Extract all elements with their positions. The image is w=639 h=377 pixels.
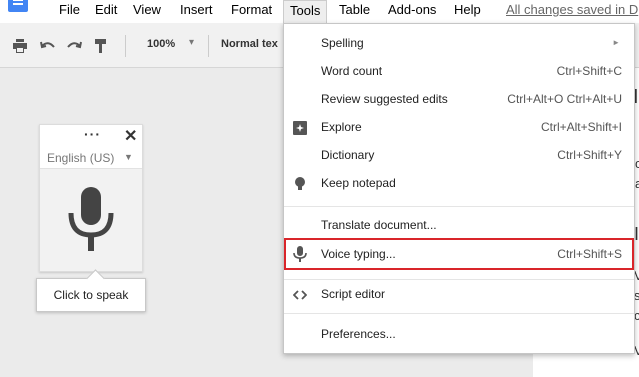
menu-item-voice-typing[interactable]: Voice typing... Ctrl+Shift+S xyxy=(284,238,634,270)
redo-icon[interactable] xyxy=(66,39,82,53)
submenu-arrow-icon: ► xyxy=(612,38,620,47)
menu-item-dictionary[interactable]: Dictionary Ctrl+Shift+Y xyxy=(284,142,634,170)
microphone-icon xyxy=(293,246,307,262)
menu-insert[interactable]: Insert xyxy=(180,2,213,18)
menu-item-label: Dictionary xyxy=(321,148,375,162)
zoom-chevron-down-icon: ▾ xyxy=(189,37,195,48)
menu-item-shortcut: Ctrl+Shift+Y xyxy=(557,148,622,162)
style-select[interactable]: Normal tex xyxy=(221,38,278,50)
microphone-button-icon[interactable] xyxy=(66,187,116,253)
explore-icon xyxy=(293,121,307,135)
save-status-link[interactable]: All changes saved in D xyxy=(506,2,638,18)
menu-divider xyxy=(284,206,634,207)
menu-item-spelling[interactable]: Spelling ► xyxy=(284,30,634,58)
paint-format-icon[interactable] xyxy=(93,39,109,53)
menu-item-shortcut: Ctrl+Shift+C xyxy=(556,64,622,78)
print-icon[interactable] xyxy=(12,39,28,53)
tooltip-label: Click to speak xyxy=(53,288,129,302)
tools-menu: Spelling ► Word count Ctrl+Shift+C Revie… xyxy=(283,23,635,354)
toolbar-divider xyxy=(125,35,126,57)
voice-typing-widget: ··· ✕ English (US) ▼ xyxy=(39,124,143,272)
menu-item-label: Script editor xyxy=(321,287,386,301)
menu-view[interactable]: View xyxy=(133,2,161,18)
voice-typing-header: ··· ✕ xyxy=(40,125,142,147)
close-icon[interactable]: ✕ xyxy=(124,126,137,146)
menu-item-keep-notepad[interactable]: Keep notepad xyxy=(284,170,634,198)
menu-tools[interactable]: Tools xyxy=(283,0,328,23)
menu-item-word-count[interactable]: Word count Ctrl+Shift+C xyxy=(284,58,634,86)
language-select[interactable]: English (US) ▼ xyxy=(40,147,142,169)
menu-edit[interactable]: Edit xyxy=(95,2,117,18)
menu-help[interactable]: Help xyxy=(454,2,481,18)
menu-item-label: Spelling xyxy=(321,36,364,50)
menu-item-label: Review suggested edits xyxy=(321,92,448,106)
menu-table[interactable]: Table xyxy=(339,2,370,18)
click-to-speak-tooltip: Click to speak xyxy=(36,278,146,312)
menu-format[interactable]: Format xyxy=(231,2,272,18)
menu-item-script-editor[interactable]: Script editor xyxy=(284,281,634,309)
menu-item-label: Voice typing... xyxy=(321,247,396,261)
more-options-icon[interactable]: ··· xyxy=(84,126,101,142)
menu-item-label: Word count xyxy=(321,64,383,78)
menu-item-explore[interactable]: Explore Ctrl+Alt+Shift+I xyxy=(284,114,634,142)
lightbulb-icon xyxy=(295,177,305,190)
menu-item-label: Preferences... xyxy=(321,327,396,341)
menu-item-translate-document[interactable]: Translate document... xyxy=(284,212,634,240)
chevron-down-icon: ▼ xyxy=(124,152,133,162)
menu-item-label: Explore xyxy=(321,120,362,134)
code-icon xyxy=(293,290,307,300)
menu-add-ons[interactable]: Add-ons xyxy=(388,2,436,18)
menu-divider xyxy=(284,313,634,314)
menu-item-shortcut: Ctrl+Alt+Shift+I xyxy=(540,120,622,134)
menu-item-preferences[interactable]: Preferences... xyxy=(284,321,634,349)
menu-divider xyxy=(284,279,634,280)
docs-logo-icon[interactable] xyxy=(8,0,28,12)
toolbar-divider xyxy=(208,35,209,57)
menu-bar: File Edit View Insert Format Tools Table… xyxy=(0,0,639,23)
language-label: English (US) xyxy=(47,151,115,165)
menu-item-label: Translate document... xyxy=(321,218,437,232)
document-text: c xyxy=(635,156,639,171)
zoom-select[interactable]: 100% xyxy=(147,38,175,50)
menu-file[interactable]: File xyxy=(59,2,80,18)
document-text: a xyxy=(635,176,639,191)
menu-item-review-suggested-edits[interactable]: Review suggested edits Ctrl+Alt+O Ctrl+A… xyxy=(284,86,634,114)
menu-item-label: Keep notepad xyxy=(321,176,396,190)
menu-item-shortcut: Ctrl+Shift+S xyxy=(557,247,622,261)
undo-icon[interactable] xyxy=(40,39,56,53)
menu-item-shortcut: Ctrl+Alt+O Ctrl+Alt+U xyxy=(507,92,622,106)
